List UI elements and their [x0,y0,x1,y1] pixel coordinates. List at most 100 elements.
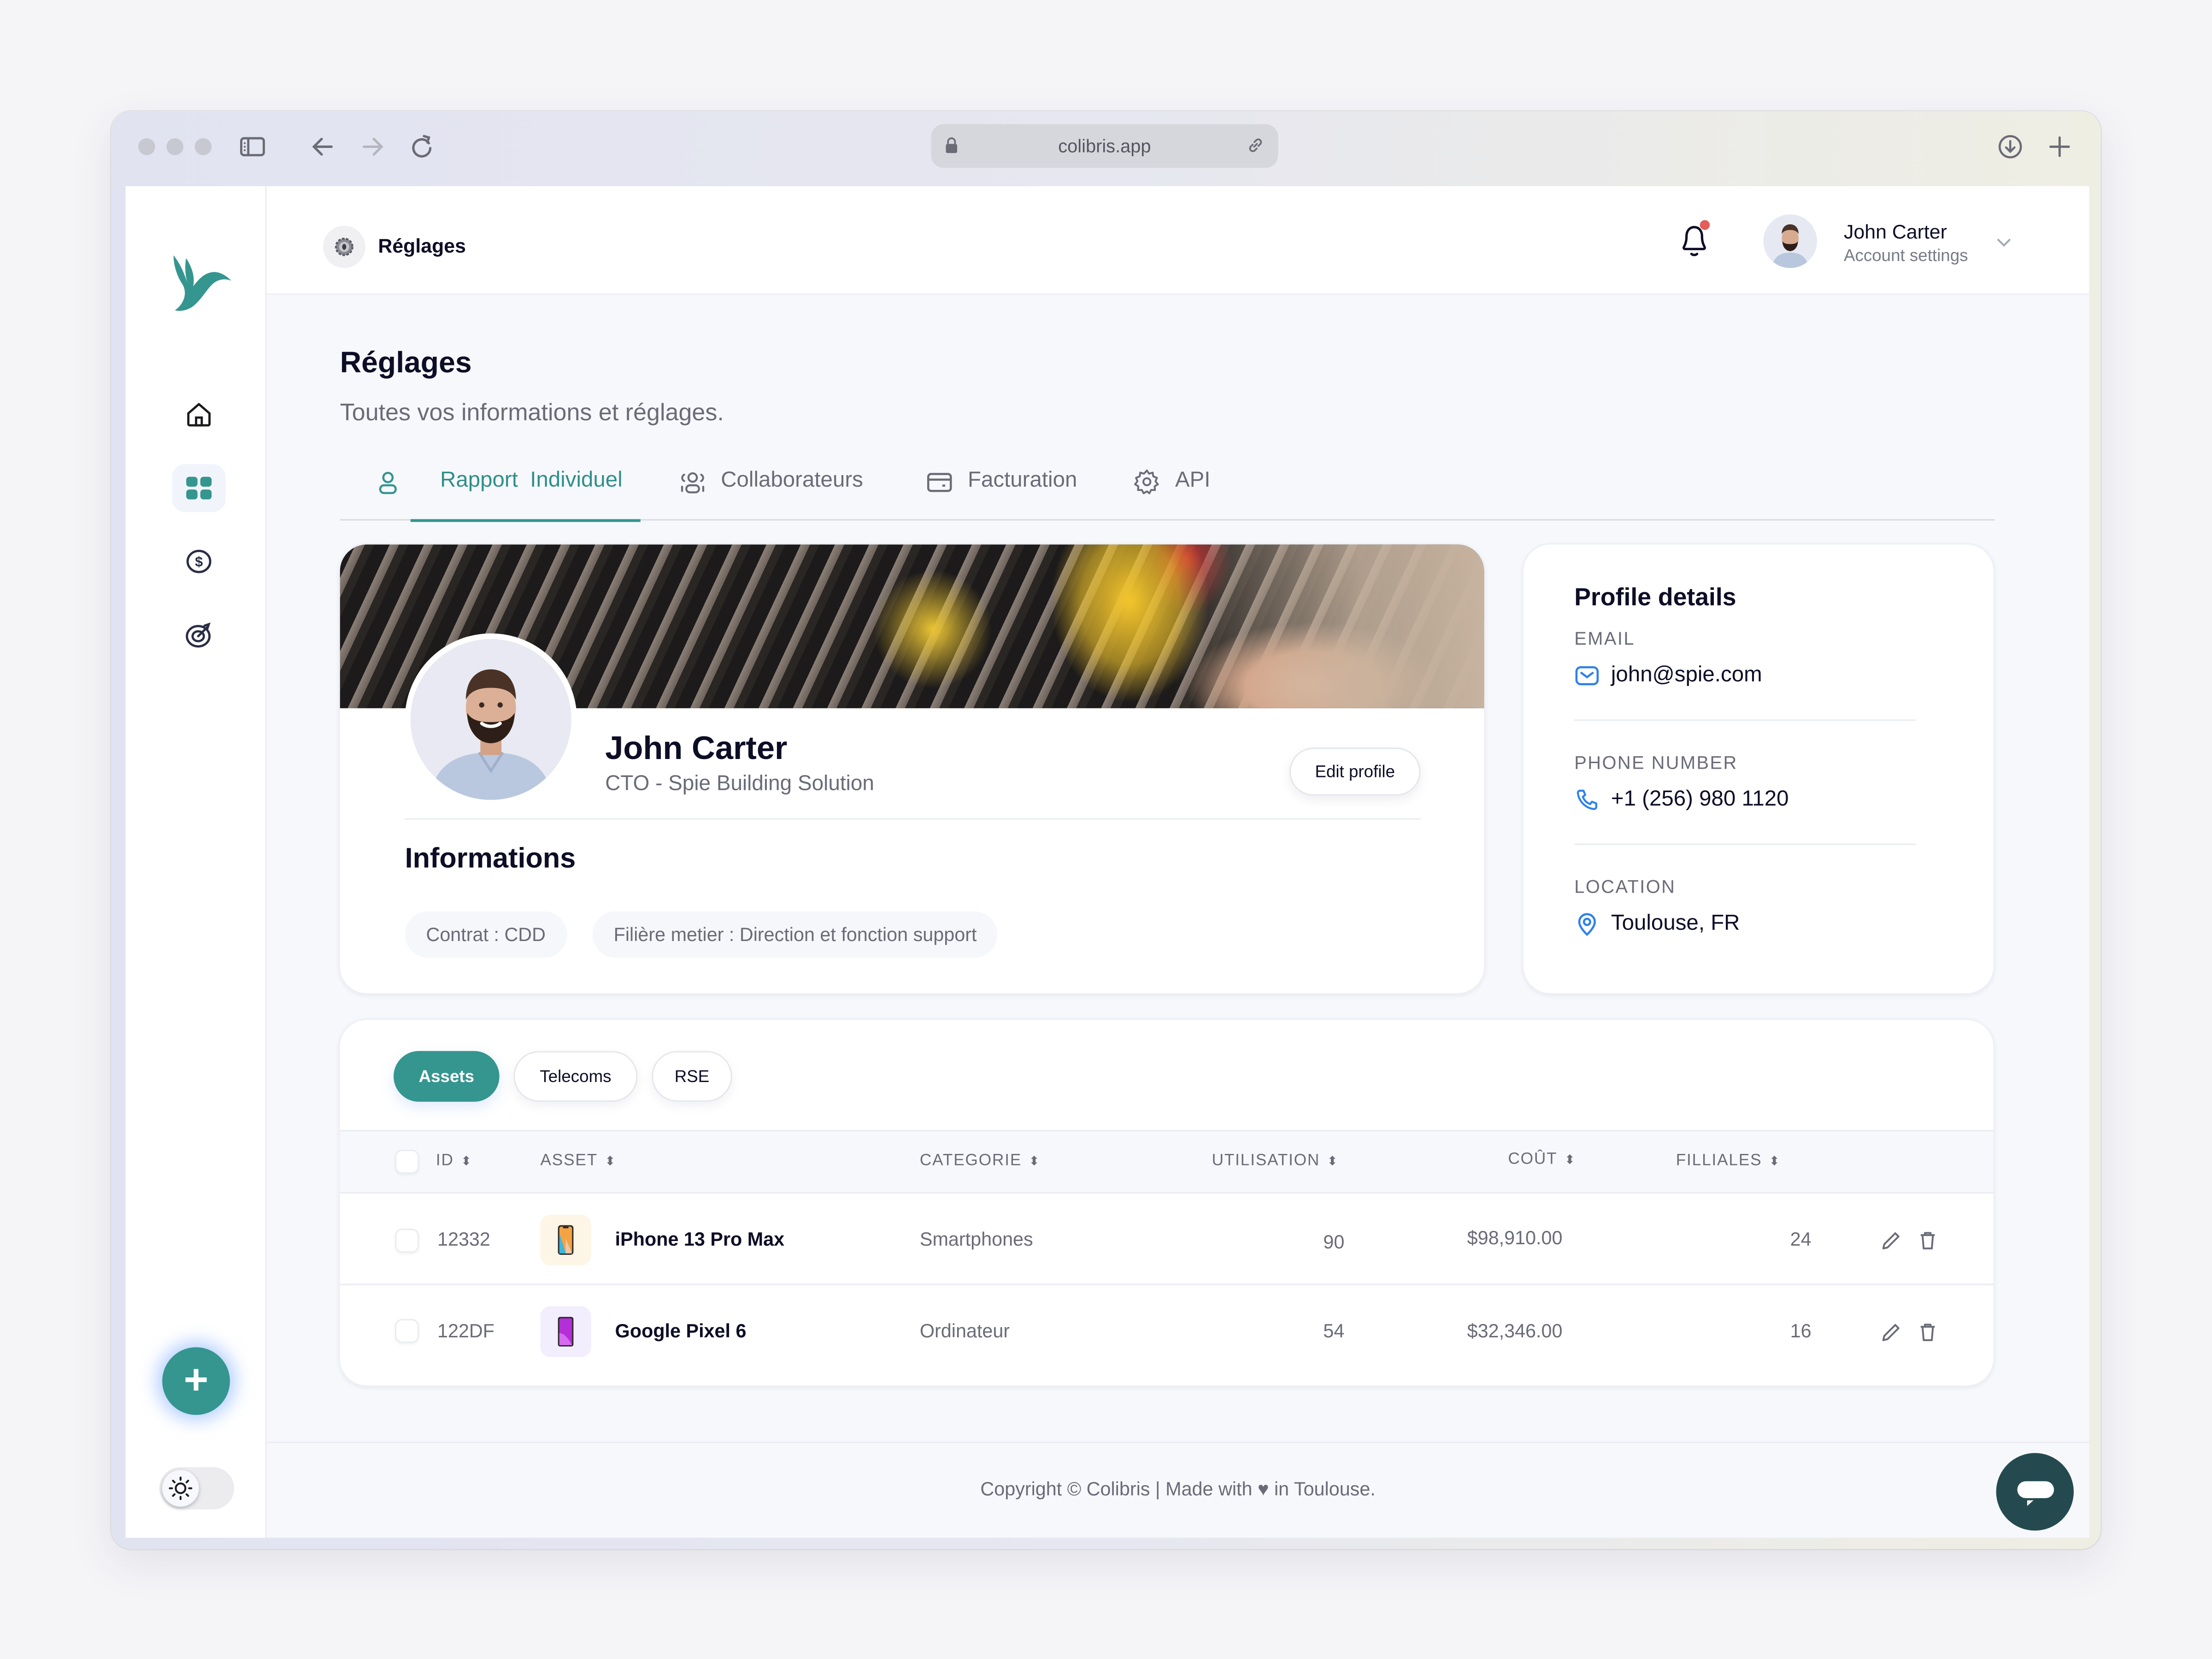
email-value: john@spie.com [1611,663,1762,687]
cell-asset[interactable]: iPhone 13 Pro Max [615,1229,784,1250]
edit-pencil-icon[interactable] [1881,1322,1902,1343]
sort-icon[interactable]: ⬍ [1565,1153,1576,1166]
column-header-filliales[interactable]: FILLIALES ⬍ [1676,1153,1781,1170]
tab-facturation[interactable]: Facturation [925,468,1077,519]
assets-table-card: Assets Telecoms RSE ID ⬍ ASSET ⬍ CATEGORIE… [338,1018,1995,1387]
divider [1574,719,1916,721]
sidebar-item-home[interactable] [172,391,225,439]
users-icon [681,472,705,494]
trash-icon[interactable] [1917,1230,1938,1251]
theme-toggle[interactable] [159,1467,235,1510]
tab-label: Rapport Individuel [440,468,623,493]
info-chip-filiere: Filière metier : Direction et fonction s… [592,911,998,958]
cell-asset[interactable]: Google Pixel 6 [615,1320,747,1341]
profile-card: John Carter CTO - Spie Building Solution… [338,543,1486,995]
trash-icon[interactable] [1917,1322,1938,1343]
user-name[interactable]: John Carter [1844,220,1947,243]
footer: Copyright © Colibris | Made with ♥ in To… [266,1441,2089,1538]
profile-name: John Carter [605,729,788,766]
column-header-utilisation[interactable]: UTILISATION ⬍ [1212,1153,1339,1170]
table-row[interactable]: 122DF Google Pixel 6 Ordinateur 54 $32,3… [340,1287,1994,1377]
cell-cost: $32,346.00 [1467,1320,1563,1342]
column-header-id[interactable]: ID ⬍ [436,1153,472,1170]
row-checkbox[interactable] [395,1319,419,1343]
tab-label: Collaborateurs [721,468,863,493]
column-header-categorie[interactable]: CATEGORIE ⬍ [920,1153,1041,1170]
cell-id: 12332 [437,1229,490,1250]
sun-icon [162,1470,199,1507]
chevron-down-icon[interactable] [1996,237,2012,248]
page-subtitle: Toutes vos informations et réglages. [340,399,724,426]
location-label: LOCATION [1574,876,1676,897]
plus-icon: + [183,1357,209,1404]
edit-pencil-icon[interactable] [1881,1230,1902,1251]
settings-gear-icon [323,225,365,268]
sidebar-toggle-icon[interactable] [237,131,268,162]
tab-label: Facturation [967,468,1077,493]
filter-assets[interactable]: Assets [394,1051,500,1102]
profile-role: CTO - Spie Building Solution [605,771,874,796]
page-title: Réglages [340,347,472,380]
phone-row[interactable]: +1 (256) 980 1120 [1574,787,1789,812]
divider [405,818,1421,820]
reload-icon[interactable] [406,131,437,162]
edit-profile-button[interactable]: Edit profile [1289,747,1421,796]
sort-icon[interactable]: ⬍ [1769,1154,1781,1168]
active-tab-indicator [410,518,641,522]
user-icon [379,471,397,494]
location-value: Toulouse, FR [1611,911,1740,935]
profile-avatar[interactable] [405,633,577,806]
back-arrow-icon[interactable] [307,131,338,162]
address-bar[interactable]: colibris.app [931,124,1278,168]
browser-toolbar: colibris.app [112,112,2100,185]
credit-card-icon [927,473,952,492]
filter-rse[interactable]: RSE [652,1051,732,1102]
cell-category: Ordinateur [919,1320,1010,1342]
location-row: Toulouse, FR [1574,912,1740,937]
cell-usage: 90 [1323,1231,1345,1253]
table-header: ID ⬍ ASSET ⬍ CATEGORIE ⬍ UTILISATION ⬍ COÛT ⬍… [340,1130,1994,1194]
tab-rapport-individuel[interactable]: Rapport Individuel [374,468,623,519]
forward-arrow-icon[interactable] [357,131,388,162]
chat-button[interactable] [1996,1453,2074,1531]
screen: colibris.app $ + Réglages John Carter Ac… [0,0,2212,1659]
window-close-button[interactable] [138,138,155,155]
filter-telecoms[interactable]: Telecoms [513,1051,638,1102]
sort-icon[interactable]: ⬍ [1029,1154,1040,1168]
download-icon[interactable] [1995,131,2026,162]
tab-api[interactable]: API [1133,468,1210,519]
link-icon[interactable] [1246,135,1265,155]
sidebar-item-dashboard[interactable] [172,464,226,512]
cell-usage: 54 [1323,1320,1345,1342]
window-zoom-button[interactable] [194,138,212,155]
email-row[interactable]: john@spie.com [1574,663,1762,688]
window-minimize-button[interactable] [166,138,183,155]
browser-window: colibris.app $ + Réglages John Carter Ac… [111,111,2101,1549]
sidebar-item-finance[interactable]: $ [172,537,225,585]
phone-icon [1577,789,1597,810]
breadcrumb[interactable]: Réglages [378,234,466,257]
add-button[interactable]: + [162,1347,230,1415]
sort-icon[interactable]: ⬍ [461,1154,472,1168]
table-row[interactable]: 12332 iPhone 13 Pro Max Smartphones 90 $… [340,1195,1994,1285]
cell-subsidiaries: 16 [1790,1320,1812,1342]
tab-collaborateurs[interactable]: Collaborateurs [678,468,863,519]
sort-icon[interactable]: ⬍ [605,1154,616,1168]
home-icon [187,403,211,427]
column-header-asset[interactable]: ASSET ⬍ [540,1153,616,1170]
mail-icon [1575,666,1599,685]
url-text: colibris.app [1058,135,1151,157]
user-avatar[interactable] [1763,214,1817,268]
account-settings-link[interactable]: Account settings [1844,246,1968,265]
new-tab-icon[interactable] [2044,131,2075,162]
copyright-text: Copyright © Colibris | Made with ♥ in To… [980,1478,1376,1500]
sidebar-item-goals[interactable] [172,611,225,659]
cell-subsidiaries: 24 [1790,1229,1812,1250]
row-checkbox[interactable] [395,1229,419,1253]
colibris-logo-icon[interactable] [168,250,238,313]
svg-text:$: $ [195,554,203,570]
sort-icon[interactable]: ⬍ [1327,1154,1339,1168]
select-all-checkbox[interactable] [395,1149,419,1174]
column-header-cout[interactable]: COÛT ⬍ [1508,1151,1576,1168]
phone-value: +1 (256) 980 1120 [1611,787,1789,812]
